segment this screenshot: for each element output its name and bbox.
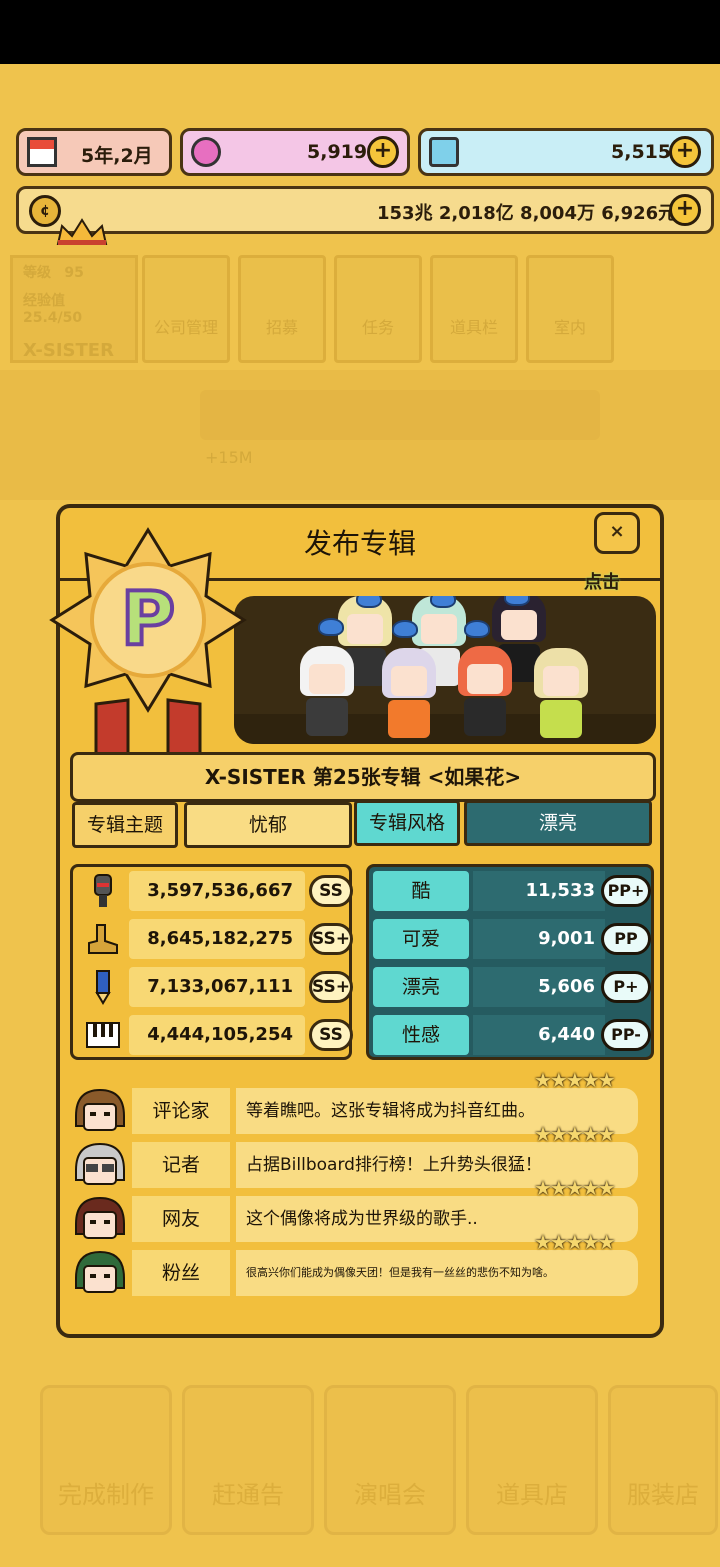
style-row-cool: 酷 11,533 PP+: [369, 867, 655, 913]
stat-grade: SS+: [309, 971, 353, 1003]
game-scene: [0, 370, 720, 500]
style-label: 漂亮: [373, 967, 469, 1007]
exp-label: 经验值 25.4/50: [23, 293, 83, 326]
add-pink-gem-button[interactable]: +: [367, 136, 399, 168]
style-grade: PP-: [601, 1019, 651, 1051]
style-label: 性感: [373, 1015, 469, 1055]
style-value: 5,606: [473, 967, 605, 1007]
money-panel: ¢ 153兆 2,018亿 8,004万 6,926元 +: [16, 186, 714, 234]
stat-row-lyrics: 7,133,067,111 SS+: [73, 963, 353, 1009]
review-fan: 粉丝 很高兴你们能成为偶像天团！但是我有一丝丝的悲伤不知为啥。 ★★★★★: [70, 1230, 638, 1298]
tab-company: 公司管理: [142, 255, 230, 363]
crown-icon: [56, 218, 108, 245]
blue-gem-icon: [429, 137, 459, 167]
star-rating: ★★★★★: [534, 1068, 616, 1092]
style-grade: P+: [601, 971, 651, 1003]
style-grade: PP+: [601, 875, 651, 907]
tab-quest: 任务: [334, 255, 422, 363]
theme-value: 忧郁: [184, 802, 352, 848]
pink-gem-panel: 5,919 +: [180, 128, 410, 176]
blue-gem-panel: 5,515 +: [418, 128, 714, 176]
stat-value: 8,645,182,275: [129, 919, 305, 959]
status-bar: [0, 0, 720, 64]
date-value: 5年,2月: [81, 145, 153, 167]
fan-avatar: [75, 1250, 125, 1293]
theme-label: 专辑主题: [72, 802, 178, 848]
stat-grade: SS: [309, 875, 353, 907]
tab-inventory: 道具栏: [430, 255, 518, 363]
star-rating: ★★★★★: [534, 1122, 616, 1146]
date-panel: 5年,2月: [16, 128, 172, 176]
level-label: 等级 95: [23, 265, 84, 281]
bottom-btn-produce: 完成制作: [40, 1385, 172, 1535]
reviewer-label: 粉丝: [132, 1250, 230, 1296]
pen-icon: [95, 970, 111, 1005]
star-rating: ★★★★★: [534, 1176, 616, 1200]
stat-value: 7,133,067,111: [129, 967, 305, 1007]
bottom-btn-schedule: 赶通告: [182, 1385, 314, 1535]
bottom-btn-item-shop: 道具店: [466, 1385, 598, 1535]
style-stats-panel: 酷 11,533 PP+ 可爱 9,001 PP 漂亮 5,606 P+ 性感 …: [366, 864, 654, 1060]
bottom-btn-concert: 演唱会: [324, 1385, 456, 1535]
critic-avatar: [75, 1088, 125, 1131]
style-row-cute: 可爱 9,001 PP: [369, 915, 655, 961]
close-button[interactable]: ×: [594, 512, 640, 554]
pink-gem-icon: [191, 137, 221, 167]
style-value: 漂亮: [464, 800, 652, 846]
tab-interior: 室内: [526, 255, 614, 363]
reporter-avatar: [75, 1142, 125, 1185]
stat-grade: SS: [309, 1019, 353, 1051]
style-value: 6,440: [473, 1015, 605, 1055]
style-grade: PP: [601, 923, 651, 955]
rank-p-badge-icon: P: [49, 527, 247, 780]
money-value: 153兆 2,018亿 8,004万 6,926元: [377, 203, 677, 224]
boot-icon: [88, 924, 118, 954]
stat-grade: SS+: [309, 923, 353, 955]
badge-letter: P: [121, 576, 175, 662]
style-value: 11,533: [473, 871, 605, 911]
level-panel: 等级 95 经验值 25.4/50 X-SISTER: [10, 255, 138, 363]
add-blue-gem-button[interactable]: +: [669, 136, 701, 168]
tap-hint: 点击: [584, 572, 620, 593]
review-text: 很高兴你们能成为偶像天团！但是我有一丝丝的悲伤不知为啥。: [236, 1250, 638, 1296]
star-rating: ★★★★★: [534, 1230, 616, 1254]
tab-recruit: 招募: [238, 255, 326, 363]
reviews-list: 评论家 等着瞧吧。这张专辑将成为抖音红曲。 ★★★★★ 记者 占据Billboa…: [70, 1068, 638, 1298]
style-label: 酷: [373, 871, 469, 911]
microphone-icon: [94, 874, 112, 907]
skill-stats-panel: 3,597,536,667 SS 8,645,182,275 SS+ 7,133…: [70, 864, 353, 1060]
stat-row-vocal: 3,597,536,667 SS: [73, 867, 353, 913]
group-name: X-SISTER: [23, 340, 114, 361]
stat-value: 3,597,536,667: [129, 871, 305, 911]
style-row-sexy: 性感 6,440 PP-: [369, 1011, 655, 1057]
release-album-dialog: 发布专辑 × 点击 P X-SISTER 第25张专辑 <如果花> 专辑主题 忧…: [49, 504, 664, 1338]
group-portrait[interactable]: [234, 596, 656, 744]
netizen-avatar: [75, 1196, 125, 1239]
style-row-pretty: 漂亮 5,606 P+: [369, 963, 655, 1009]
style-value: 9,001: [473, 919, 605, 959]
stat-row-composition: 4,444,105,254 SS: [73, 1011, 353, 1057]
album-name: X-SISTER 第25张专辑 <如果花>: [70, 752, 656, 802]
stat-row-dance: 8,645,182,275 SS+: [73, 915, 353, 961]
reviewer-label: 网友: [132, 1196, 230, 1242]
stat-value: 4,444,105,254: [129, 1015, 305, 1055]
bonus-label: +15M: [205, 448, 253, 467]
pink-gem-value: 5,919: [307, 141, 368, 163]
bottom-btn-clothing-shop: 服装店: [608, 1385, 718, 1535]
style-label: 可爱: [373, 919, 469, 959]
calendar-icon: [27, 137, 57, 167]
style-label: 专辑风格: [354, 800, 460, 846]
piano-icon: [86, 1022, 120, 1048]
add-money-button[interactable]: +: [669, 194, 701, 226]
reviewer-label: 记者: [132, 1142, 230, 1188]
reviewer-label: 评论家: [132, 1088, 230, 1134]
blue-gem-value: 5,515: [611, 141, 672, 163]
